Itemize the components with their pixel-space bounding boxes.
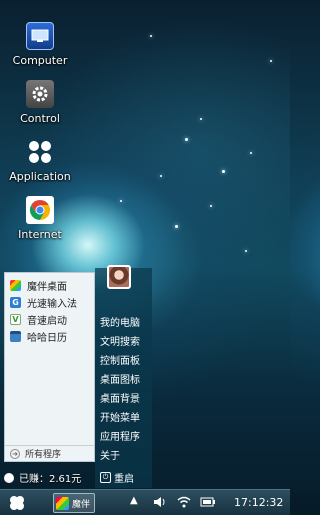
menu-item-mobanzhuomian[interactable]: 魔伴桌面 (5, 277, 94, 294)
taskbar-app-moban[interactable]: 魔伴 (53, 493, 95, 513)
volume-icon[interactable] (153, 496, 167, 511)
pinwheel-icon (56, 496, 69, 510)
start-button[interactable] (8, 494, 26, 512)
menu-item-label: 光速输入法 (27, 299, 77, 310)
input-method-icon: G (10, 297, 21, 308)
chrome-icon (26, 196, 54, 224)
menu-item-launcher[interactable]: V 音速启动 (5, 311, 94, 328)
battery-icon[interactable] (200, 496, 216, 511)
desktop-icon-computer[interactable]: Computer (6, 22, 74, 67)
v-launcher-icon: V (10, 314, 21, 325)
desktop-icon-label: Computer (12, 54, 68, 67)
menu-item-desktop-icons[interactable]: 桌面图标 (100, 371, 140, 386)
arrow-right-icon: ➜ (10, 448, 20, 459)
all-programs-button[interactable]: ➜ 所有程序 (5, 445, 94, 461)
tray-expand-icon[interactable]: ▲ (130, 495, 138, 506)
user-icon (4, 472, 14, 483)
menu-item-search[interactable]: 文明搜索 (100, 333, 140, 348)
power-icon: ⏻ (100, 472, 111, 483)
monitor-icon (26, 22, 54, 50)
desktop-icon-application[interactable]: Application (6, 138, 74, 183)
clock[interactable]: 17:12:32 (234, 496, 283, 509)
restart-button[interactable]: ⏻ 重启 (100, 470, 134, 485)
taskbar-app-label: 魔伴 (72, 499, 91, 510)
clover-icon (10, 496, 24, 510)
earned-amount: 已赚：2.61元 (4, 470, 81, 485)
desktop-icon-label: Control (20, 112, 60, 125)
start-menu-system-pane: 我的电脑 文明搜索 控制面板 桌面图标 桌面背景 开始菜单 应用程序 关于 (95, 265, 152, 488)
pinwheel-icon (10, 280, 21, 291)
desktop-icon-control[interactable]: Control (6, 80, 74, 125)
menu-item-label: 哈哈日历 (27, 333, 67, 344)
gear-icon (26, 80, 54, 108)
menu-item-start-menu[interactable]: 开始菜单 (100, 409, 140, 424)
desktop-icon-internet[interactable]: Internet (6, 196, 74, 241)
menu-item-label: 音速启动 (27, 316, 67, 327)
taskbar: 魔伴 ▲ 17:12:32 (0, 489, 290, 515)
menu-item-control-panel[interactable]: 控制面板 (100, 352, 140, 367)
avatar[interactable] (107, 265, 131, 289)
menu-item-input-method[interactable]: G 光速输入法 (5, 294, 94, 311)
desktop-icon-label: Application (9, 170, 71, 183)
menu-item-my-computer[interactable]: 我的电脑 (100, 314, 140, 329)
desktop-icon-label: Internet (18, 228, 62, 241)
apps-grid-icon (26, 138, 54, 166)
all-programs-label: 所有程序 (25, 450, 62, 460)
restart-label: 重启 (114, 474, 134, 485)
menu-item-desktop-background[interactable]: 桌面背景 (100, 390, 140, 405)
calendar-icon (10, 331, 21, 342)
start-menu-programs-pane: 魔伴桌面 G 光速输入法 V 音速启动 哈哈日历 ➜ 所有程序 (4, 272, 95, 462)
menu-item-label: 魔伴桌面 (27, 282, 67, 293)
menu-item-about[interactable]: 关于 (100, 447, 120, 462)
earned-label: 已赚：2.61元 (19, 474, 82, 485)
menu-item-calendar[interactable]: 哈哈日历 (5, 328, 94, 345)
menu-item-applications[interactable]: 应用程序 (100, 428, 140, 443)
wifi-icon[interactable] (177, 496, 191, 511)
